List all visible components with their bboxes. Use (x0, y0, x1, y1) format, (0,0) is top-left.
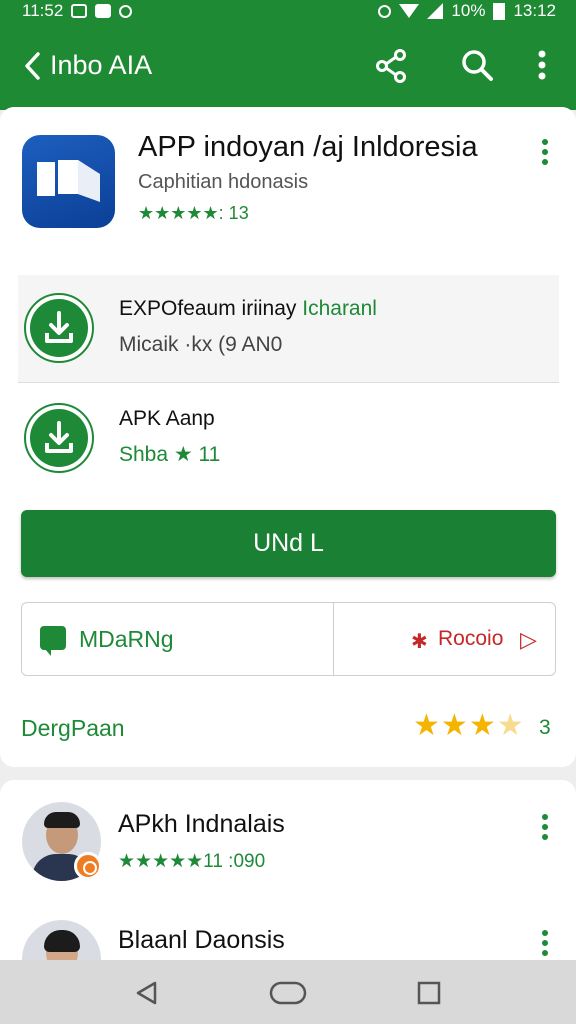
search-icon (462, 50, 493, 81)
sync-notification-icon (119, 4, 133, 18)
nav-home-button[interactable] (268, 978, 308, 1008)
chat-icon (40, 626, 66, 656)
app-notification-icon (95, 4, 112, 18)
list-item-title: APkh Indnalais (118, 810, 285, 838)
list-item-more-button[interactable] (535, 928, 555, 958)
install-button[interactable]: UNd L (21, 510, 556, 577)
star-half-icon: ★ (496, 709, 525, 742)
nav-back-button[interactable] (130, 978, 164, 1008)
status-left-text: 11:52 (22, 1, 64, 20)
wifi-icon (399, 4, 420, 18)
report-button[interactable]: ✱ Rocoio ▷ (335, 603, 555, 675)
triangle-back-icon (136, 981, 157, 1005)
square-recents-icon (417, 981, 441, 1005)
related-apps-card: APkh Indnalais ★★★★★11 :090 Blaanl Daons… (0, 780, 576, 999)
app-title: APP indoyan /aj Inldoresia (138, 131, 478, 163)
app-more-button[interactable] (535, 137, 555, 167)
download-row[interactable]: EXPOfeaum iriinay Icharanl Micaik ·kx (9… (18, 275, 559, 383)
status-right: 10% 13:12 (378, 1, 556, 21)
download-icon (24, 403, 94, 473)
status-left: 11:52 (22, 1, 133, 21)
message-button[interactable]: MDaRNg (22, 603, 334, 675)
star-icon: ★ (413, 709, 441, 742)
more-vert-icon (538, 50, 546, 80)
status-bar: 11:52 10% 13:12 (0, 0, 576, 24)
app-detail-card: APP indoyan /aj Inldoresia Caphitian hdo… (0, 107, 576, 767)
battery-percent: 10% (451, 1, 486, 20)
share-button[interactable] (370, 44, 414, 88)
download-icon (24, 293, 94, 363)
rating-label: DergPaan (21, 715, 125, 741)
chevron-left-icon (25, 52, 40, 80)
download-title-main: EXPOfeaum iriinay (119, 297, 297, 320)
system-nav-bar (0, 960, 576, 1024)
search-button[interactable] (456, 44, 500, 88)
star-icon: ★ (440, 709, 469, 742)
arrow-right-icon: ▷ (520, 627, 537, 652)
download-title-highlight: Icharanl (302, 297, 377, 320)
download-title: APK Aanp (119, 407, 215, 430)
download-row[interactable]: APK Aanp Shba ★ 11 (18, 387, 559, 491)
app-developer[interactable]: Caphitian hdonasis (138, 171, 308, 194)
book-icon (37, 160, 100, 202)
list-item-title: Blaanl Daonsis (118, 926, 285, 954)
image-notification-icon (71, 4, 88, 18)
status-time: 13:12 (513, 1, 556, 20)
battery-icon (493, 2, 506, 20)
report-button-label: Rocoio (438, 627, 504, 650)
list-item-rating: ★★★★★11 :090 (118, 851, 266, 872)
rating-count: 3 (539, 716, 551, 739)
download-subtitle: Shba ★ 11 (119, 443, 221, 466)
app-bar: Inbo AIA (0, 24, 576, 110)
back-button[interactable] (18, 48, 48, 84)
app-rating: ★★★★★: 13 (138, 203, 249, 223)
nav-recents-button[interactable] (412, 978, 446, 1008)
badge-icon (74, 852, 102, 880)
signal-icon (427, 3, 444, 19)
list-item[interactable]: APkh Indnalais ★★★★★11 :090 (0, 780, 576, 890)
alarm-icon (378, 4, 392, 18)
share-icon (376, 49, 406, 83)
download-subtitle: Micaik ·kx (9 AN0 (119, 333, 283, 356)
flag-icon: ✱ (411, 631, 428, 653)
download-title: EXPOfeaum iriinay Icharanl (119, 297, 377, 321)
app-bar-title: Inbo AIA (50, 50, 153, 80)
list-item-more-button[interactable] (535, 812, 555, 842)
star-icon: ★ (468, 709, 497, 742)
message-button-label: MDaRNg (79, 626, 174, 652)
app-icon[interactable] (22, 135, 115, 228)
more-button[interactable] (520, 44, 564, 88)
rating-stars[interactable]: ★★★★ (413, 708, 525, 743)
action-split-buttons: MDaRNg ✱ Rocoio ▷ (21, 602, 556, 676)
home-pill-icon (269, 981, 307, 1005)
